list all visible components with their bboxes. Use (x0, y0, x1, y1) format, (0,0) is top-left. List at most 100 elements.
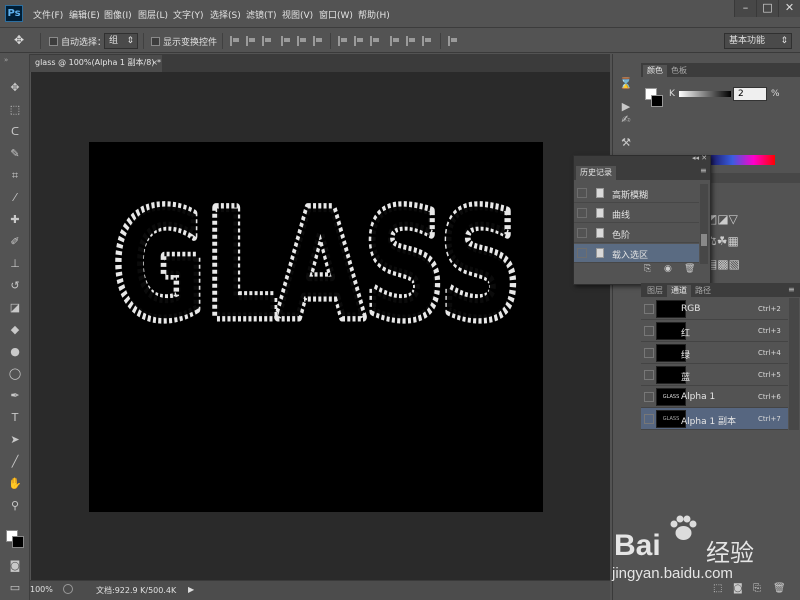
menu-edit[interactable]: 编辑(E) (69, 8, 100, 21)
collapse-icon[interactable]: » (4, 56, 8, 64)
channels-scrollbar[interactable] (789, 298, 799, 430)
crop-tool-icon[interactable]: ⌗ (7, 168, 23, 184)
menu-window[interactable]: 窗口(W) (319, 8, 353, 21)
eyedropper-tool-icon[interactable]: ⁄ (7, 190, 23, 206)
menu-file[interactable]: 文件(F) (33, 8, 63, 21)
history-titlebar[interactable] (574, 156, 710, 164)
distribute-hcenter-icon[interactable] (406, 36, 416, 46)
brush-dock-icon[interactable]: ✍ (619, 113, 633, 127)
auto-select-checkbox[interactable] (49, 37, 58, 46)
collapse-icon[interactable]: ◂◂ ✕ (692, 154, 707, 162)
quick-select-tool-icon[interactable]: ✎ (7, 146, 23, 162)
zoom-tool-icon[interactable]: ⚲ (7, 498, 23, 514)
history-checkbox[interactable] (577, 188, 587, 198)
history-checkbox[interactable] (577, 208, 587, 218)
distribute-left-icon[interactable] (390, 36, 400, 46)
maximize-button[interactable]: □ (756, 0, 778, 17)
minimize-button[interactable]: – (734, 0, 756, 17)
menu-type[interactable]: 文字(Y) (173, 8, 204, 21)
pen-tool-icon[interactable]: ✒ (7, 388, 23, 404)
eye-icon[interactable] (644, 414, 654, 424)
tab-channels[interactable]: 通道 (667, 285, 691, 297)
close-tab-icon[interactable]: × (151, 55, 158, 71)
history-dock-icon[interactable]: ⌛ (619, 77, 633, 91)
tab-paths[interactable]: 路径 (691, 285, 715, 297)
menu-image[interactable]: 图像(I) (104, 8, 132, 21)
channel-row[interactable]: 红 Ctrl+3 (641, 320, 788, 342)
distribute-top-icon[interactable] (338, 36, 348, 46)
history-scroll-thumb[interactable] (701, 234, 707, 246)
menu-select[interactable]: 选择(S) (210, 8, 241, 21)
channel-row-selected[interactable]: GLASS Alpha 1 副本 Ctrl+7 (641, 408, 788, 430)
blur-tool-icon[interactable]: ● (7, 344, 23, 360)
status-menu-arrow-icon[interactable]: ▶ (188, 585, 194, 594)
panel-menu-icon[interactable]: ≡ (788, 285, 795, 294)
eraser-tool-icon[interactable]: ◪ (7, 300, 23, 316)
distribute-bottom-icon[interactable] (370, 36, 380, 46)
show-transform-checkbox[interactable] (151, 37, 160, 46)
history-checkbox[interactable] (577, 248, 587, 258)
brush-tool-icon[interactable]: ✐ (7, 234, 23, 250)
marquee-tool-icon[interactable]: ⬚ (7, 102, 23, 118)
document-canvas[interactable]: GLASS GLASS (89, 142, 543, 512)
close-button[interactable]: ✕ (778, 0, 800, 17)
color-background-swatch[interactable] (651, 95, 663, 107)
zoom-level[interactable]: 100% (30, 585, 53, 594)
channel-row[interactable]: RGB Ctrl+2 (641, 298, 788, 320)
menu-view[interactable]: 视图(V) (282, 8, 313, 21)
align-left-icon[interactable] (281, 36, 291, 46)
distribute-vcenter-icon[interactable] (354, 36, 364, 46)
history-scrollbar[interactable] (700, 184, 708, 264)
panel-menu-icon[interactable]: ≡ (700, 166, 707, 175)
lasso-tool-icon[interactable]: ᑕ (7, 124, 23, 140)
history-item-selected[interactable]: 载入选区 (574, 244, 699, 263)
eye-icon[interactable] (644, 348, 654, 358)
tab-history[interactable]: 历史记录 (576, 166, 616, 180)
snapshot-icon[interactable]: ◉ (664, 264, 672, 274)
menu-help[interactable]: 帮助(H) (358, 8, 390, 21)
channel-row[interactable]: GLASS Alpha 1 Ctrl+6 (641, 386, 788, 408)
history-brush-tool-icon[interactable]: ↺ (7, 278, 23, 294)
hand-tool-icon[interactable]: ✋ (7, 476, 23, 492)
history-item[interactable]: 曲线 (574, 204, 699, 223)
type-tool-icon[interactable]: T (7, 410, 23, 426)
status-icon[interactable] (63, 584, 73, 594)
tool-presets-dock-icon[interactable]: ⚒ (619, 136, 633, 150)
quick-mask-icon[interactable]: ◙ (7, 558, 23, 574)
delete-state-icon[interactable]: 🗑 (684, 264, 695, 274)
paint-bucket-tool-icon[interactable]: ◆ (7, 322, 23, 338)
history-item[interactable]: 高斯模糊 (574, 184, 699, 203)
eye-icon[interactable] (644, 304, 654, 314)
tab-swatches[interactable]: 色板 (667, 65, 691, 77)
move-tool-icon[interactable]: ✥ (14, 33, 24, 47)
align-vcenter-icon[interactable] (246, 36, 256, 46)
workspace-dropdown[interactable]: 基本功能 ⇕ (724, 33, 792, 49)
distribute-right-icon[interactable] (422, 36, 432, 46)
move-tool-icon[interactable]: ✥ (7, 80, 23, 96)
tab-color[interactable]: 颜色 (643, 65, 667, 77)
clone-stamp-tool-icon[interactable]: ⊥ (7, 256, 23, 272)
history-checkbox[interactable] (577, 228, 587, 238)
healing-brush-tool-icon[interactable]: ✚ (7, 212, 23, 228)
color-ramp[interactable] (711, 155, 775, 165)
eye-icon[interactable] (644, 392, 654, 402)
line-tool-icon[interactable]: ╱ (7, 454, 23, 470)
actions-dock-icon[interactable]: ▶ (619, 100, 633, 114)
tab-layers[interactable]: 图层 (643, 285, 667, 297)
align-top-icon[interactable] (230, 36, 240, 46)
menu-filter[interactable]: 滤镜(T) (246, 8, 277, 21)
align-right-icon[interactable] (313, 36, 323, 46)
eye-icon[interactable] (644, 370, 654, 380)
screen-mode-icon[interactable]: ▭ (7, 580, 23, 596)
history-item[interactable]: 色阶 (574, 224, 699, 243)
channel-row[interactable]: 绿 Ctrl+4 (641, 342, 788, 364)
align-bottom-icon[interactable] (262, 36, 272, 46)
eye-icon[interactable] (644, 326, 654, 336)
auto-select-dropdown[interactable]: 组 ⇕ (104, 33, 138, 49)
k-slider[interactable] (679, 91, 731, 97)
align-hcenter-icon[interactable] (297, 36, 307, 46)
dodge-tool-icon[interactable]: ◯ (7, 366, 23, 382)
path-selection-tool-icon[interactable]: ➤ (7, 432, 23, 448)
background-color-swatch[interactable] (12, 536, 24, 548)
document-tab[interactable]: glass @ 100%(Alpha 1 副本/8) * × (30, 55, 162, 72)
